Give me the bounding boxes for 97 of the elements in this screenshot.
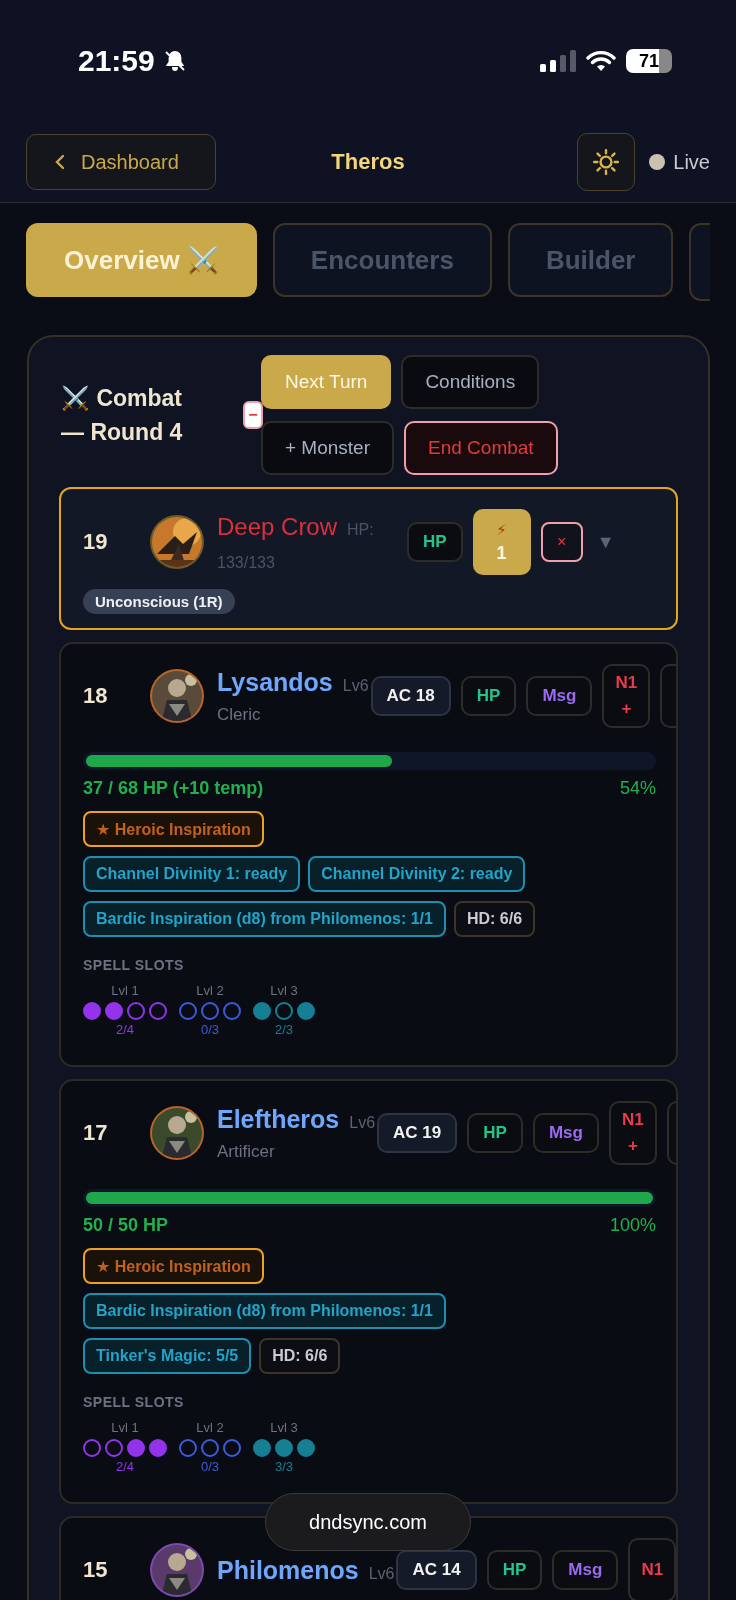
url-toast: dndsync.com (265, 1493, 471, 1551)
hp-percent: 100% (609, 1215, 656, 1236)
spell-slots-label: SPELL SLOTS (83, 957, 185, 973)
slot-count: 2/3 (274, 1022, 294, 1037)
hp-text: 50 / 50 HP (83, 1215, 169, 1236)
character-name: Eleftheros (217, 1104, 340, 1134)
page-title: Theros (331, 149, 405, 175)
back-button[interactable]: Dashboard (26, 134, 216, 190)
spell-slot-pip[interactable] (127, 1002, 145, 1020)
slot-count: 2/4 (115, 1022, 135, 1037)
initiative-number: 17 (83, 1120, 109, 1146)
sun-icon (593, 149, 620, 175)
spell-slot-pip[interactable] (275, 1439, 293, 1457)
hp-percent: 54% (619, 778, 656, 799)
hp-button[interactable]: HP (486, 1550, 543, 1590)
spell-slot-pip[interactable] (297, 1002, 315, 1020)
spell-slot-pip[interactable] (179, 1439, 197, 1457)
spell-slot-pip[interactable] (83, 1002, 101, 1020)
initiative-number: 15 (83, 1557, 109, 1583)
slot-level-label: Lvl 1 (111, 1420, 139, 1435)
resource-tag: Bardic Inspiration (d8) from Philomenos: 1/1 (83, 901, 446, 937)
character-class: Artificer (217, 1141, 276, 1162)
slot-level-label: Lvl 2 (196, 983, 224, 998)
character-name: Philomenos (217, 1555, 359, 1585)
slot-level-label: Lvl 3 (270, 1420, 298, 1435)
remove-button[interactable]: × (540, 522, 583, 562)
spell-slot-pip[interactable] (253, 1439, 271, 1457)
slot-count: 3/3 (274, 1459, 294, 1474)
spell-slot-pip[interactable] (275, 1002, 293, 1020)
monster-hp-value: 133/133 (217, 553, 275, 573)
spell-slot-pip[interactable] (83, 1439, 101, 1457)
slot-count: 2/4 (115, 1459, 135, 1474)
bell-muted-icon (162, 49, 187, 73)
expand-button[interactable]: ▼ (596, 531, 615, 553)
message-button[interactable]: Msg (552, 1550, 619, 1590)
character-level: Lv6 (349, 1113, 376, 1132)
wifi-icon (586, 50, 616, 72)
status-time: 21:59 (78, 44, 155, 78)
spell-slot-pip[interactable] (223, 1439, 241, 1457)
character-level: Lv6 (368, 1564, 395, 1583)
spell-slot-pip[interactable] (201, 1002, 219, 1020)
hp-button[interactable]: HP (467, 1113, 523, 1153)
character-name: Lysandos (217, 667, 333, 697)
notes-button[interactable]: N1 (628, 1538, 676, 1600)
armor-class-badge[interactable]: AC 19 (377, 1113, 458, 1153)
combat-action-button[interactable]: End Combat (404, 421, 558, 475)
spell-slot-pip[interactable] (105, 1002, 123, 1020)
initiative-number: 18 (83, 683, 109, 709)
notes-button[interactable]: N1 + (608, 1101, 657, 1165)
armor-class-badge[interactable]: AC 14 (396, 1550, 477, 1590)
slot-level-label: Lvl 3 (270, 983, 298, 998)
monster-hp-label: HP: (347, 521, 374, 538)
hp-button[interactable]: HP (407, 522, 463, 562)
combat-action-button[interactable]: Conditions (401, 355, 540, 409)
slot-level-label: Lvl 2 (196, 1420, 224, 1435)
hp-text: 37 / 68 HP (+10 temp) (83, 778, 264, 799)
spell-slot-pip[interactable] (149, 1002, 167, 1020)
resource-tag: HD: 6/6 (453, 901, 536, 937)
condition-tag: Unconscious (1R) (83, 589, 235, 614)
spell-slot-pip[interactable] (127, 1439, 145, 1457)
armor-class-badge[interactable]: AC 18 (370, 676, 451, 716)
resource-tag: HD: 6/6 (259, 1338, 341, 1374)
message-button[interactable]: Msg (532, 1113, 599, 1153)
spell-slot-pip[interactable] (105, 1439, 123, 1457)
spell-slot-pip[interactable] (201, 1439, 219, 1457)
spell-slots-label: SPELL SLOTS (83, 1394, 185, 1410)
resource-tag: Bardic Inspiration (d8) from Philomenos: 1/1 (83, 1293, 446, 1329)
initiative-number: 19 (83, 529, 109, 555)
slot-count: 0/3 (200, 1022, 220, 1037)
resource-tag: Channel Divinity 2: ready (308, 856, 526, 892)
theme-toggle-button[interactable] (577, 133, 636, 191)
resource-tag: Tinker's Magic: 5/5 (83, 1338, 252, 1374)
slot-count: 0/3 (200, 1459, 220, 1474)
live-status-dot (649, 154, 666, 170)
collapse-button[interactable]: − (243, 401, 263, 429)
hp-button[interactable]: HP (460, 676, 517, 716)
chevron-left-icon (55, 154, 65, 170)
resource-tag: ★ Heroic Inspiration (83, 1248, 264, 1284)
character-level: Lv6 (342, 676, 369, 695)
combat-title: ⚔ Combat — Round 4 (60, 383, 184, 447)
slot-level-label: Lvl 1 (111, 983, 139, 998)
resource-tag: ★ Heroic Inspiration (83, 811, 264, 847)
notes-button[interactable]: N1 + (602, 664, 651, 728)
combat-action-button[interactable]: + Monster (261, 421, 394, 475)
battery-icon: 71 (626, 49, 672, 73)
spell-slot-pip[interactable] (149, 1439, 167, 1457)
spell-slot-pip[interactable] (253, 1002, 271, 1020)
signal-icon (540, 50, 576, 72)
live-label: Live (673, 150, 710, 174)
action-button[interactable]: ⚡ 1 (472, 509, 531, 575)
monster-name: Deep Crow (217, 513, 338, 540)
character-class: Cleric (217, 704, 262, 725)
spell-slot-pip[interactable] (297, 1439, 315, 1457)
message-button[interactable]: Msg (526, 676, 593, 716)
resource-tag: Channel Divinity 1: ready (83, 856, 301, 892)
spell-slot-pip[interactable] (223, 1002, 241, 1020)
spell-slot-pip[interactable] (179, 1002, 197, 1020)
